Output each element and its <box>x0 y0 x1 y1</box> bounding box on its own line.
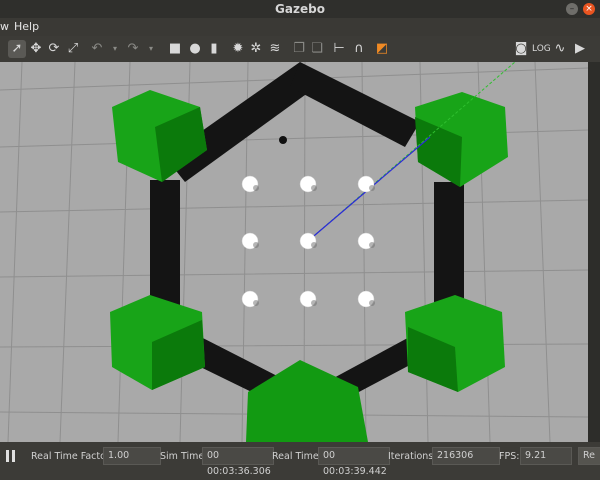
fps-value: 9.21 <box>520 447 572 465</box>
fps-label: FPS: <box>499 451 520 462</box>
align-icon[interactable]: ⊢ <box>330 40 348 58</box>
undo-dropdown-icon[interactable]: ▾ <box>106 40 124 58</box>
scale-mode-icon[interactable]: ⤢ <box>64 40 82 58</box>
real-time-label: Real Time: <box>272 451 322 462</box>
status-bar: Real Time Factor: 1.00 Sim Time: 00 00:0… <box>0 442 600 477</box>
video-record-icon[interactable]: ▶ <box>571 40 589 58</box>
log-icon[interactable]: LOG <box>532 40 551 58</box>
pause-button[interactable] <box>5 449 17 463</box>
scene-viewport[interactable] <box>0 62 588 442</box>
redo-icon[interactable]: ↷ <box>124 40 142 58</box>
reset-button[interactable]: Re <box>578 447 600 465</box>
change-view-icon[interactable]: ◩ <box>373 40 391 58</box>
cylinder-shape-icon[interactable]: ▮ <box>205 40 223 58</box>
window-title: Gazebo <box>275 2 325 16</box>
pause-icon-bar <box>12 450 15 462</box>
rtf-label: Real Time Factor: <box>31 451 113 462</box>
iterations-value: 216306 <box>432 447 500 465</box>
undo-icon[interactable]: ↶ <box>88 40 106 58</box>
directional-light-icon[interactable]: ≋ <box>266 40 284 58</box>
pause-icon <box>6 450 9 462</box>
select-mode-icon[interactable]: ➚ <box>8 40 26 58</box>
side-panel-splitter[interactable] <box>588 62 600 442</box>
close-button[interactable]: × <box>583 3 595 15</box>
sim-time-value: 00 00:03:36.306 <box>202 447 274 477</box>
sim-time-label: Sim Time: <box>160 451 208 462</box>
green-prism-top-right <box>415 92 508 187</box>
menu-window[interactable]: w <box>0 20 9 33</box>
rtf-value: 1.00 <box>103 447 161 465</box>
snap-icon[interactable]: ∩ <box>350 40 368 58</box>
real-time-value: 00 00:03:39.442 <box>318 447 390 477</box>
sphere-shape-icon[interactable]: ● <box>186 40 204 58</box>
menu-help[interactable]: Help <box>14 20 39 33</box>
title-bar: Gazebo – × <box>0 0 600 18</box>
rotate-mode-icon[interactable]: ⟳ <box>45 40 63 58</box>
paste-icon[interactable]: ❏ <box>308 40 326 58</box>
box-shape-icon[interactable]: ■ <box>166 40 184 58</box>
green-prism-bottom-right <box>405 295 505 392</box>
spot-light-icon[interactable]: ✲ <box>247 40 265 58</box>
sphere-shadows <box>253 185 375 306</box>
redo-dropdown-icon[interactable]: ▾ <box>142 40 160 58</box>
sphere-grid <box>241 175 375 308</box>
copy-icon[interactable]: ❐ <box>290 40 308 58</box>
iterations-label: Iterations: <box>388 451 437 462</box>
translate-mode-icon[interactable]: ✥ <box>27 40 45 58</box>
scene-render <box>0 62 588 442</box>
menu-bar: w Help <box>0 18 600 36</box>
toolbar: ➚ ✥ ⟳ ⤢ ↶ ▾ ↷ ▾ ■ ● ▮ ✹ ✲ ≋ ❐ ❏ ⊢ ∩ ◩ ◙ … <box>0 36 600 63</box>
plot-icon[interactable]: ∿ <box>551 40 569 58</box>
green-prism-bottom-left <box>110 295 205 390</box>
screenshot-icon[interactable]: ◙ <box>512 40 530 58</box>
point-light-icon[interactable]: ✹ <box>229 40 247 58</box>
robot-model <box>279 136 287 144</box>
minimize-button[interactable]: – <box>566 3 578 15</box>
